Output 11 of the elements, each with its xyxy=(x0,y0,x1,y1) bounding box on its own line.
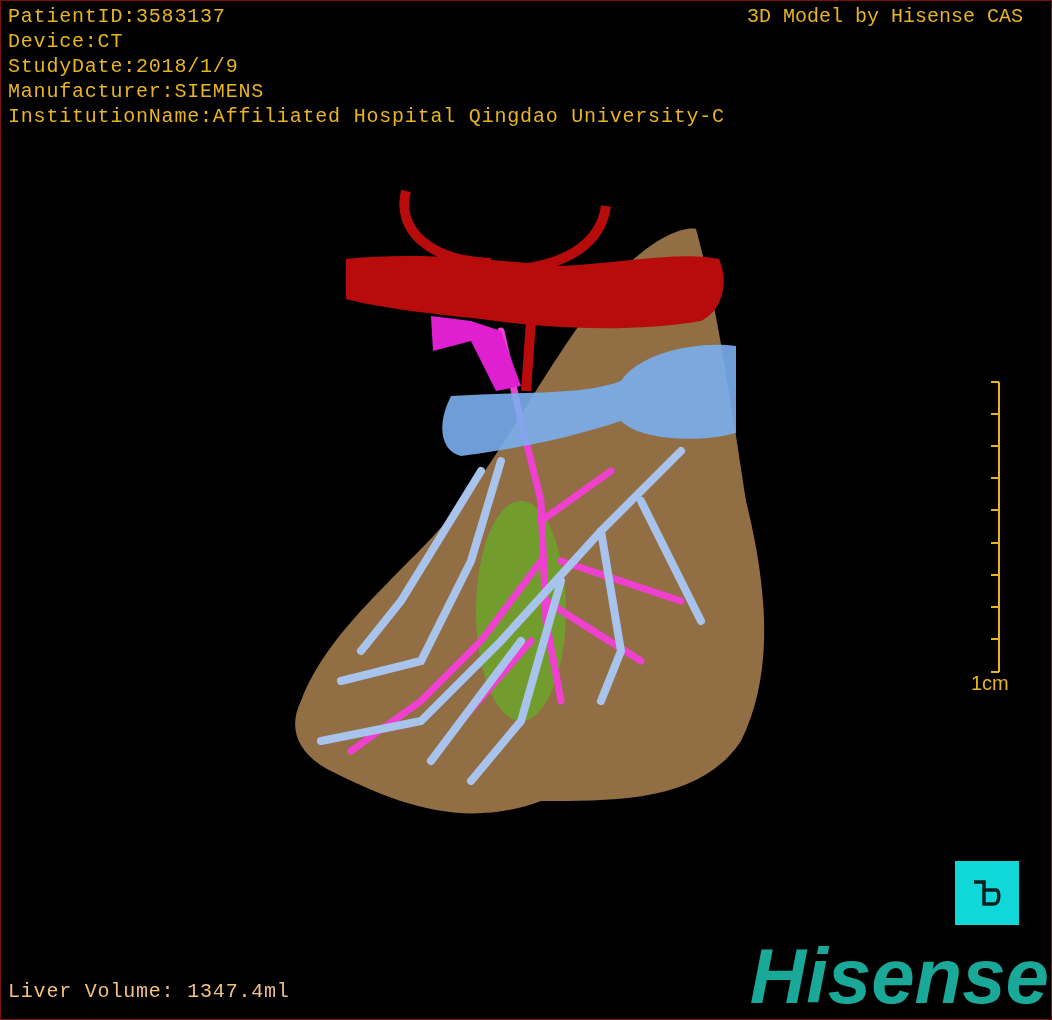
model-credit: 3D Model by Hisense CAS xyxy=(746,4,1023,29)
study-info-line: PatientID:3583137 xyxy=(8,4,227,29)
brand-logo: Hisense xyxy=(749,937,1049,1015)
liver-volume: Liver Volume: 1347.4ml xyxy=(8,979,290,1005)
study-info-line: InstitutionName:Affiliated Hospital Qingdao University-C xyxy=(8,104,725,129)
scale-label: 1cm xyxy=(971,671,1009,695)
study-info-line: Device:CT xyxy=(8,29,125,54)
study-info-line: Manufacturer:SIEMENS xyxy=(8,79,266,104)
tool-icon xyxy=(972,878,1002,908)
study-info-line: StudyDate:2018/1/9 xyxy=(8,54,240,79)
tool-button[interactable] xyxy=(955,861,1019,925)
